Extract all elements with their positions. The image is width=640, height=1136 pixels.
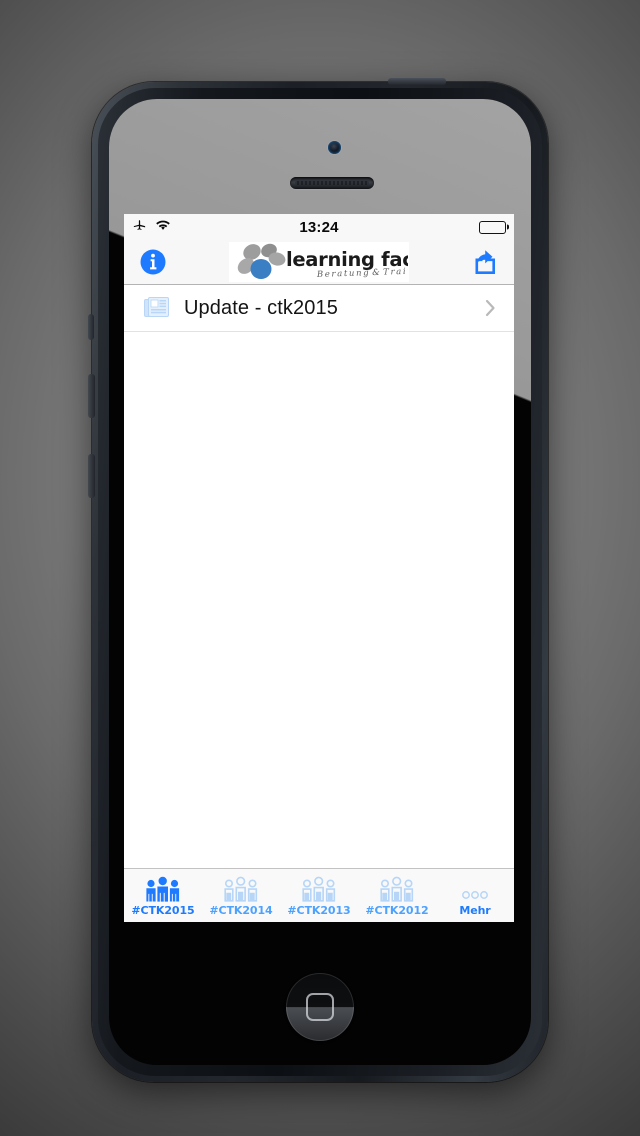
tab-label: #CTK2015 <box>131 904 195 917</box>
status-bar-clock: 13:24 <box>299 218 339 236</box>
ring-switch[interactable] <box>88 314 94 340</box>
more-dots-icon <box>455 876 495 902</box>
volume-up-button[interactable] <box>88 374 95 418</box>
chevron-right-icon <box>485 299 496 317</box>
tab-more[interactable]: Mehr <box>436 869 514 922</box>
tab-ctk2015[interactable]: #CTK2015 <box>124 869 202 922</box>
share-button[interactable] <box>472 249 498 275</box>
home-button[interactable] <box>286 973 354 1041</box>
news-document-icon <box>144 296 170 320</box>
tab-label: #CTK2012 <box>365 904 429 917</box>
volume-down-button[interactable] <box>88 454 95 498</box>
tab-ctk2012[interactable]: #CTK2012 <box>358 869 436 922</box>
tab-ctk2014[interactable]: #CTK2014 <box>202 869 280 922</box>
front-camera-icon <box>328 141 341 154</box>
app-screen: 13:24 learning fac B e r a t u n g & T r… <box>124 214 514 922</box>
people-group-outline-icon <box>377 876 417 902</box>
tab-bar: #CTK2015 #CTK2014 #CTK2013 #CTK2012 Mehr <box>124 868 514 922</box>
people-group-outline-icon <box>221 876 261 902</box>
battery-full-icon <box>479 220 506 234</box>
people-group-filled-icon <box>143 876 183 902</box>
content-list: Update - ctk2015 <box>124 285 514 332</box>
home-square-icon <box>306 993 334 1021</box>
earpiece-speaker <box>290 177 374 189</box>
tab-label: Mehr <box>459 904 491 917</box>
info-button[interactable] <box>140 249 166 275</box>
people-group-outline-icon <box>299 876 339 902</box>
tab-label: #CTK2014 <box>209 904 273 917</box>
status-bar: 13:24 <box>124 214 514 240</box>
status-bar-right <box>479 220 506 234</box>
list-item[interactable]: Update - ctk2015 <box>124 285 514 332</box>
tab-label: #CTK2013 <box>287 904 351 917</box>
power-button[interactable] <box>388 78 446 85</box>
app-logo: learning factory B e r a t u n g & T r a… <box>229 242 409 282</box>
navigation-bar: learning factory B e r a t u n g & T r a… <box>124 240 514 285</box>
list-item-label: Update - ctk2015 <box>184 296 338 319</box>
tab-ctk2013[interactable]: #CTK2013 <box>280 869 358 922</box>
